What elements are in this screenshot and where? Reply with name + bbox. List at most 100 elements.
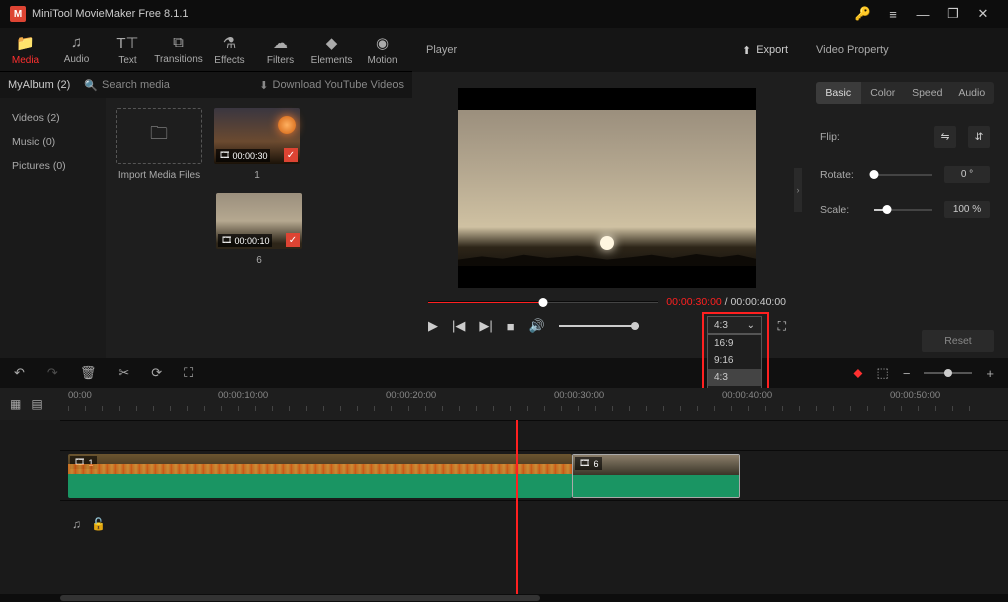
flip-label: Flip:	[820, 131, 862, 143]
rotate-slider[interactable]	[874, 174, 932, 176]
rotate-label: Rotate:	[820, 169, 862, 181]
app-title: MiniTool MovieMaker Free 8.1.1	[32, 8, 189, 20]
tab-audio[interactable]: ♫Audio	[51, 28, 102, 71]
next-frame-button[interactable]: ▶|	[479, 318, 492, 334]
export-icon: ⬆	[742, 44, 751, 57]
tab-elements[interactable]: ◆Elements	[306, 28, 357, 71]
redo-button[interactable]: ↷	[47, 365, 58, 381]
zoom-slider[interactable]	[924, 372, 972, 374]
folder-icon: 📁	[16, 34, 35, 52]
track-collapse-icon[interactable]: ▤	[31, 397, 42, 411]
volume-slider[interactable]	[559, 325, 639, 327]
aspect-option-4-3[interactable]: 4:3	[708, 369, 761, 386]
text-icon: T⊤	[116, 34, 138, 52]
film-icon: 🎞	[221, 235, 232, 246]
media-header: MyAlbum (2) 🔍Search media ⬇Download YouT…	[0, 72, 412, 98]
proptab-color[interactable]: Color	[861, 82, 906, 104]
property-header: Video Property	[802, 28, 1008, 72]
proptab-basic[interactable]: Basic	[816, 82, 861, 104]
timeline-tracks[interactable]: 🎞🔓 🎞1 🎞6 ♫🔓	[0, 420, 1008, 594]
time-display: 00:00:30:00 / 00:00:40:00	[666, 296, 786, 308]
import-media-item[interactable]: 🗀 Import Media Files	[116, 108, 202, 181]
flip-horizontal-button[interactable]: ⇋	[934, 126, 956, 148]
tab-motion[interactable]: ◉Motion	[357, 28, 408, 71]
property-tabs: Basic Color Speed Audio	[816, 82, 994, 104]
timeline-scrollbar[interactable]	[0, 594, 1008, 602]
playhead[interactable]	[516, 420, 518, 594]
scale-label: Scale:	[820, 204, 862, 216]
filters-icon: ☁	[273, 34, 288, 52]
aspect-ratio-select[interactable]: 4:3⌄	[707, 316, 762, 334]
track-view-icon[interactable]: ▦	[10, 397, 21, 411]
album-label[interactable]: MyAlbum (2)	[8, 79, 70, 91]
download-icon: ⬇	[259, 79, 268, 92]
timeline-clip-2[interactable]: 🎞6	[572, 454, 740, 498]
speed-button[interactable]: ⟳	[151, 365, 162, 381]
scale-slider[interactable]	[874, 209, 932, 211]
media-grid: 🗀 Import Media Files 🎞00:00:30 ✓ 1 🎞00:0…	[106, 98, 412, 358]
flip-vertical-button[interactable]: ⇵	[968, 126, 990, 148]
zoom-in-button[interactable]: +	[986, 366, 994, 381]
preview-window[interactable]	[458, 88, 756, 288]
elements-icon: ◆	[326, 34, 338, 52]
tab-effects[interactable]: ⚗Effects	[204, 28, 255, 71]
proptab-audio[interactable]: Audio	[950, 82, 995, 104]
audio-track-icon[interactable]: ♫	[72, 517, 81, 531]
collapse-panel-button[interactable]: ›	[794, 168, 802, 212]
crop-button[interactable]: ⛶	[184, 365, 193, 381]
cat-videos[interactable]: Videos (2)	[0, 106, 106, 130]
motion-icon: ◉	[376, 34, 389, 52]
media-item-1[interactable]: 🎞00:00:30 ✓ 1	[214, 108, 300, 181]
prev-frame-button[interactable]: |◀	[452, 318, 465, 334]
music-icon: ♫	[71, 34, 82, 51]
minimize-button[interactable]: —	[908, 4, 938, 24]
timeline-ruler[interactable]: ▦▤ 00:00 00:00:10:00 00:00:20:00 00:00:3…	[0, 388, 1008, 420]
search-icon: 🔍	[84, 79, 98, 92]
split-button[interactable]: ✂	[118, 365, 129, 381]
reset-button[interactable]: Reset	[922, 330, 994, 352]
scrubber[interactable]	[428, 301, 658, 303]
aspect-option-16-9[interactable]: 16:9	[708, 335, 761, 352]
app-logo-icon: M	[10, 6, 26, 22]
menu-icon[interactable]: ≡	[878, 4, 908, 24]
toolbar-tabs: 📁Media ♫Audio T⊤Text ⧉Transitions ⚗Effec…	[0, 28, 412, 72]
title-bar: M MiniTool MovieMaker Free 8.1.1 🔑 ≡ — ❐…	[0, 0, 1008, 28]
film-icon: 🎞	[579, 458, 590, 469]
zoom-out-button[interactable]: −	[903, 366, 911, 381]
tab-text[interactable]: T⊤Text	[102, 28, 153, 71]
property-title: Video Property	[816, 44, 889, 56]
player-title: Player	[426, 44, 457, 56]
duration-badge: 🎞00:00:30	[216, 149, 270, 162]
timeline-clip-1[interactable]: 🎞1	[68, 454, 572, 498]
play-button[interactable]: ▶	[428, 318, 438, 334]
cat-pictures[interactable]: Pictures (0)	[0, 154, 106, 178]
volume-icon[interactable]: 🔊	[529, 318, 545, 334]
tab-media[interactable]: 📁Media	[0, 28, 51, 71]
tab-transitions[interactable]: ⧉Transitions	[153, 28, 204, 71]
cat-music[interactable]: Music (0)	[0, 130, 106, 154]
search-media[interactable]: 🔍Search media	[84, 79, 170, 92]
export-button[interactable]: ⬆Export	[742, 44, 788, 57]
film-icon: 🎞	[219, 150, 230, 161]
import-icon: 🗀	[116, 108, 202, 164]
download-youtube[interactable]: ⬇Download YouTube Videos	[259, 79, 404, 92]
effects-icon: ⚗	[223, 34, 236, 52]
undo-button[interactable]: ↶	[14, 365, 25, 381]
marker-icon[interactable]: ⬥	[853, 365, 862, 381]
chevron-down-icon: ⌄	[747, 320, 755, 331]
close-button[interactable]: ✕	[968, 4, 998, 24]
maximize-button[interactable]: ❐	[938, 4, 968, 24]
tab-filters[interactable]: ☁Filters	[255, 28, 306, 71]
timeline-toolbar: ↶ ↷ 🗑 ✂ ⟳ ⛶ ⬥ ⬚ − +	[0, 358, 1008, 388]
proptab-speed[interactable]: Speed	[905, 82, 950, 104]
aspect-option-9-16[interactable]: 9:16	[708, 352, 761, 369]
snap-icon[interactable]: ⬚	[877, 365, 889, 381]
player-header: Player ⬆Export	[412, 28, 802, 72]
lock-icon[interactable]: 🔓	[91, 517, 106, 531]
fullscreen-button[interactable]: ⛶	[778, 319, 786, 334]
stop-button[interactable]: ■	[507, 319, 515, 334]
check-icon: ✓	[286, 233, 300, 247]
media-item-2[interactable]: 🎞00:00:10 ✓ 6	[116, 193, 402, 266]
key-icon[interactable]: 🔑	[848, 4, 878, 24]
delete-button[interactable]: 🗑	[80, 365, 97, 381]
